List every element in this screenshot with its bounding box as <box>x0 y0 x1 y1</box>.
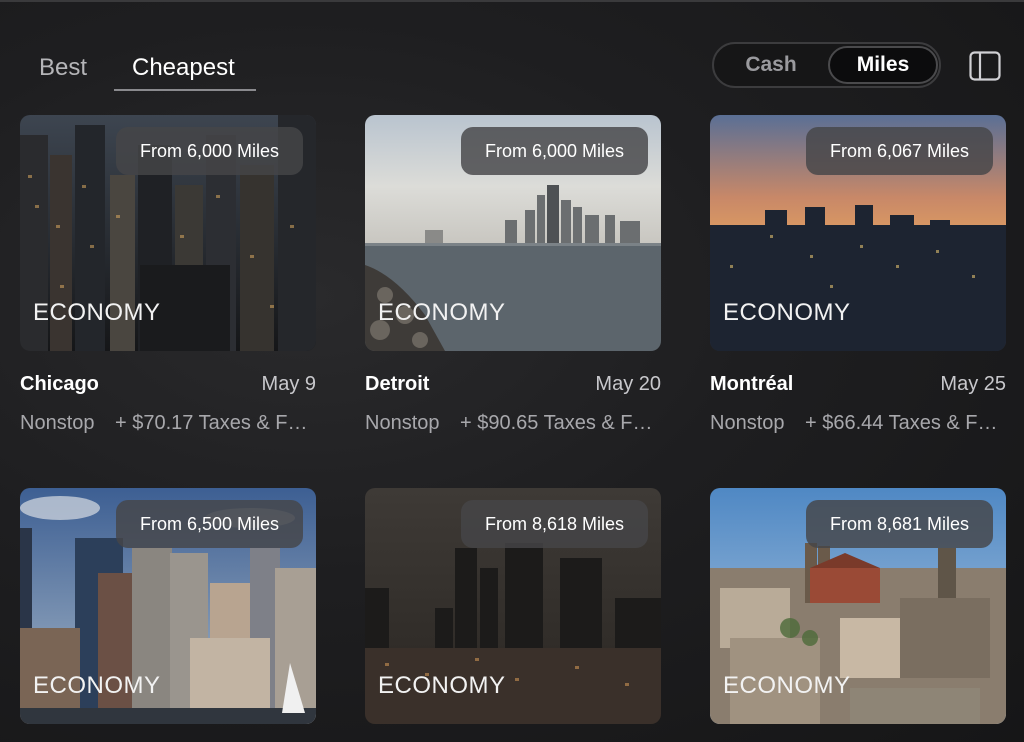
stops-info: Nonstop <box>365 412 440 434</box>
currency-toggle: Cash Miles <box>712 42 941 88</box>
miles-option[interactable]: Miles <box>828 46 938 84</box>
stops-info: Nonstop <box>710 412 785 434</box>
taxes-info: + $66.44 Taxes & Fees <box>805 412 1006 434</box>
destination-image: From 8,618 Miles ECONOMY <box>365 488 661 724</box>
destination-image: From 6,067 Miles ECONOMY <box>710 115 1006 351</box>
departure-date: May 9 <box>261 373 316 395</box>
destination-city: Montréal <box>710 373 794 395</box>
departure-date: May 25 <box>940 373 1006 395</box>
destination-image: From 6,500 Miles ECONOMY <box>20 488 316 724</box>
price-pill: From 6,000 Miles <box>115 127 303 175</box>
tab-cheapest[interactable]: Cheapest <box>132 48 235 88</box>
app-frame: Best Cheapest Cash Miles From 6,000 Mile… <box>0 0 1024 742</box>
cabin-class: ECONOMY <box>378 672 506 699</box>
destination-image: From 6,000 Miles ECONOMY <box>20 115 316 351</box>
departure-date: May 20 <box>595 373 661 395</box>
cabin-class: ECONOMY <box>723 299 851 326</box>
destination-image: From 8,681 Miles ECONOMY <box>710 488 1006 724</box>
destination-city: Detroit <box>365 373 430 395</box>
tab-best[interactable]: Best <box>39 48 87 88</box>
active-tab-indicator <box>114 89 256 91</box>
price-pill: From 8,618 Miles <box>460 500 648 548</box>
top-divider <box>0 0 1024 2</box>
taxes-info: + $90.65 Taxes & Fees <box>460 412 661 434</box>
price-pill: From 6,500 Miles <box>115 500 303 548</box>
stops-info: Nonstop <box>20 412 95 434</box>
price-pill: From 6,000 Miles <box>460 127 648 175</box>
sidebar-panel-icon[interactable] <box>969 51 1001 81</box>
price-pill: From 6,067 Miles <box>805 127 993 175</box>
cabin-class: ECONOMY <box>33 672 161 699</box>
price-pill: From 8,681 Miles <box>805 500 993 548</box>
destination-image: From 6,000 Miles ECONOMY <box>365 115 661 351</box>
cabin-class: ECONOMY <box>33 299 161 326</box>
cabin-class: ECONOMY <box>723 672 851 699</box>
taxes-info: + $70.17 Taxes & Fees <box>115 412 316 434</box>
destination-city: Chicago <box>20 373 99 395</box>
cabin-class: ECONOMY <box>378 299 506 326</box>
cash-option[interactable]: Cash <box>716 46 826 84</box>
